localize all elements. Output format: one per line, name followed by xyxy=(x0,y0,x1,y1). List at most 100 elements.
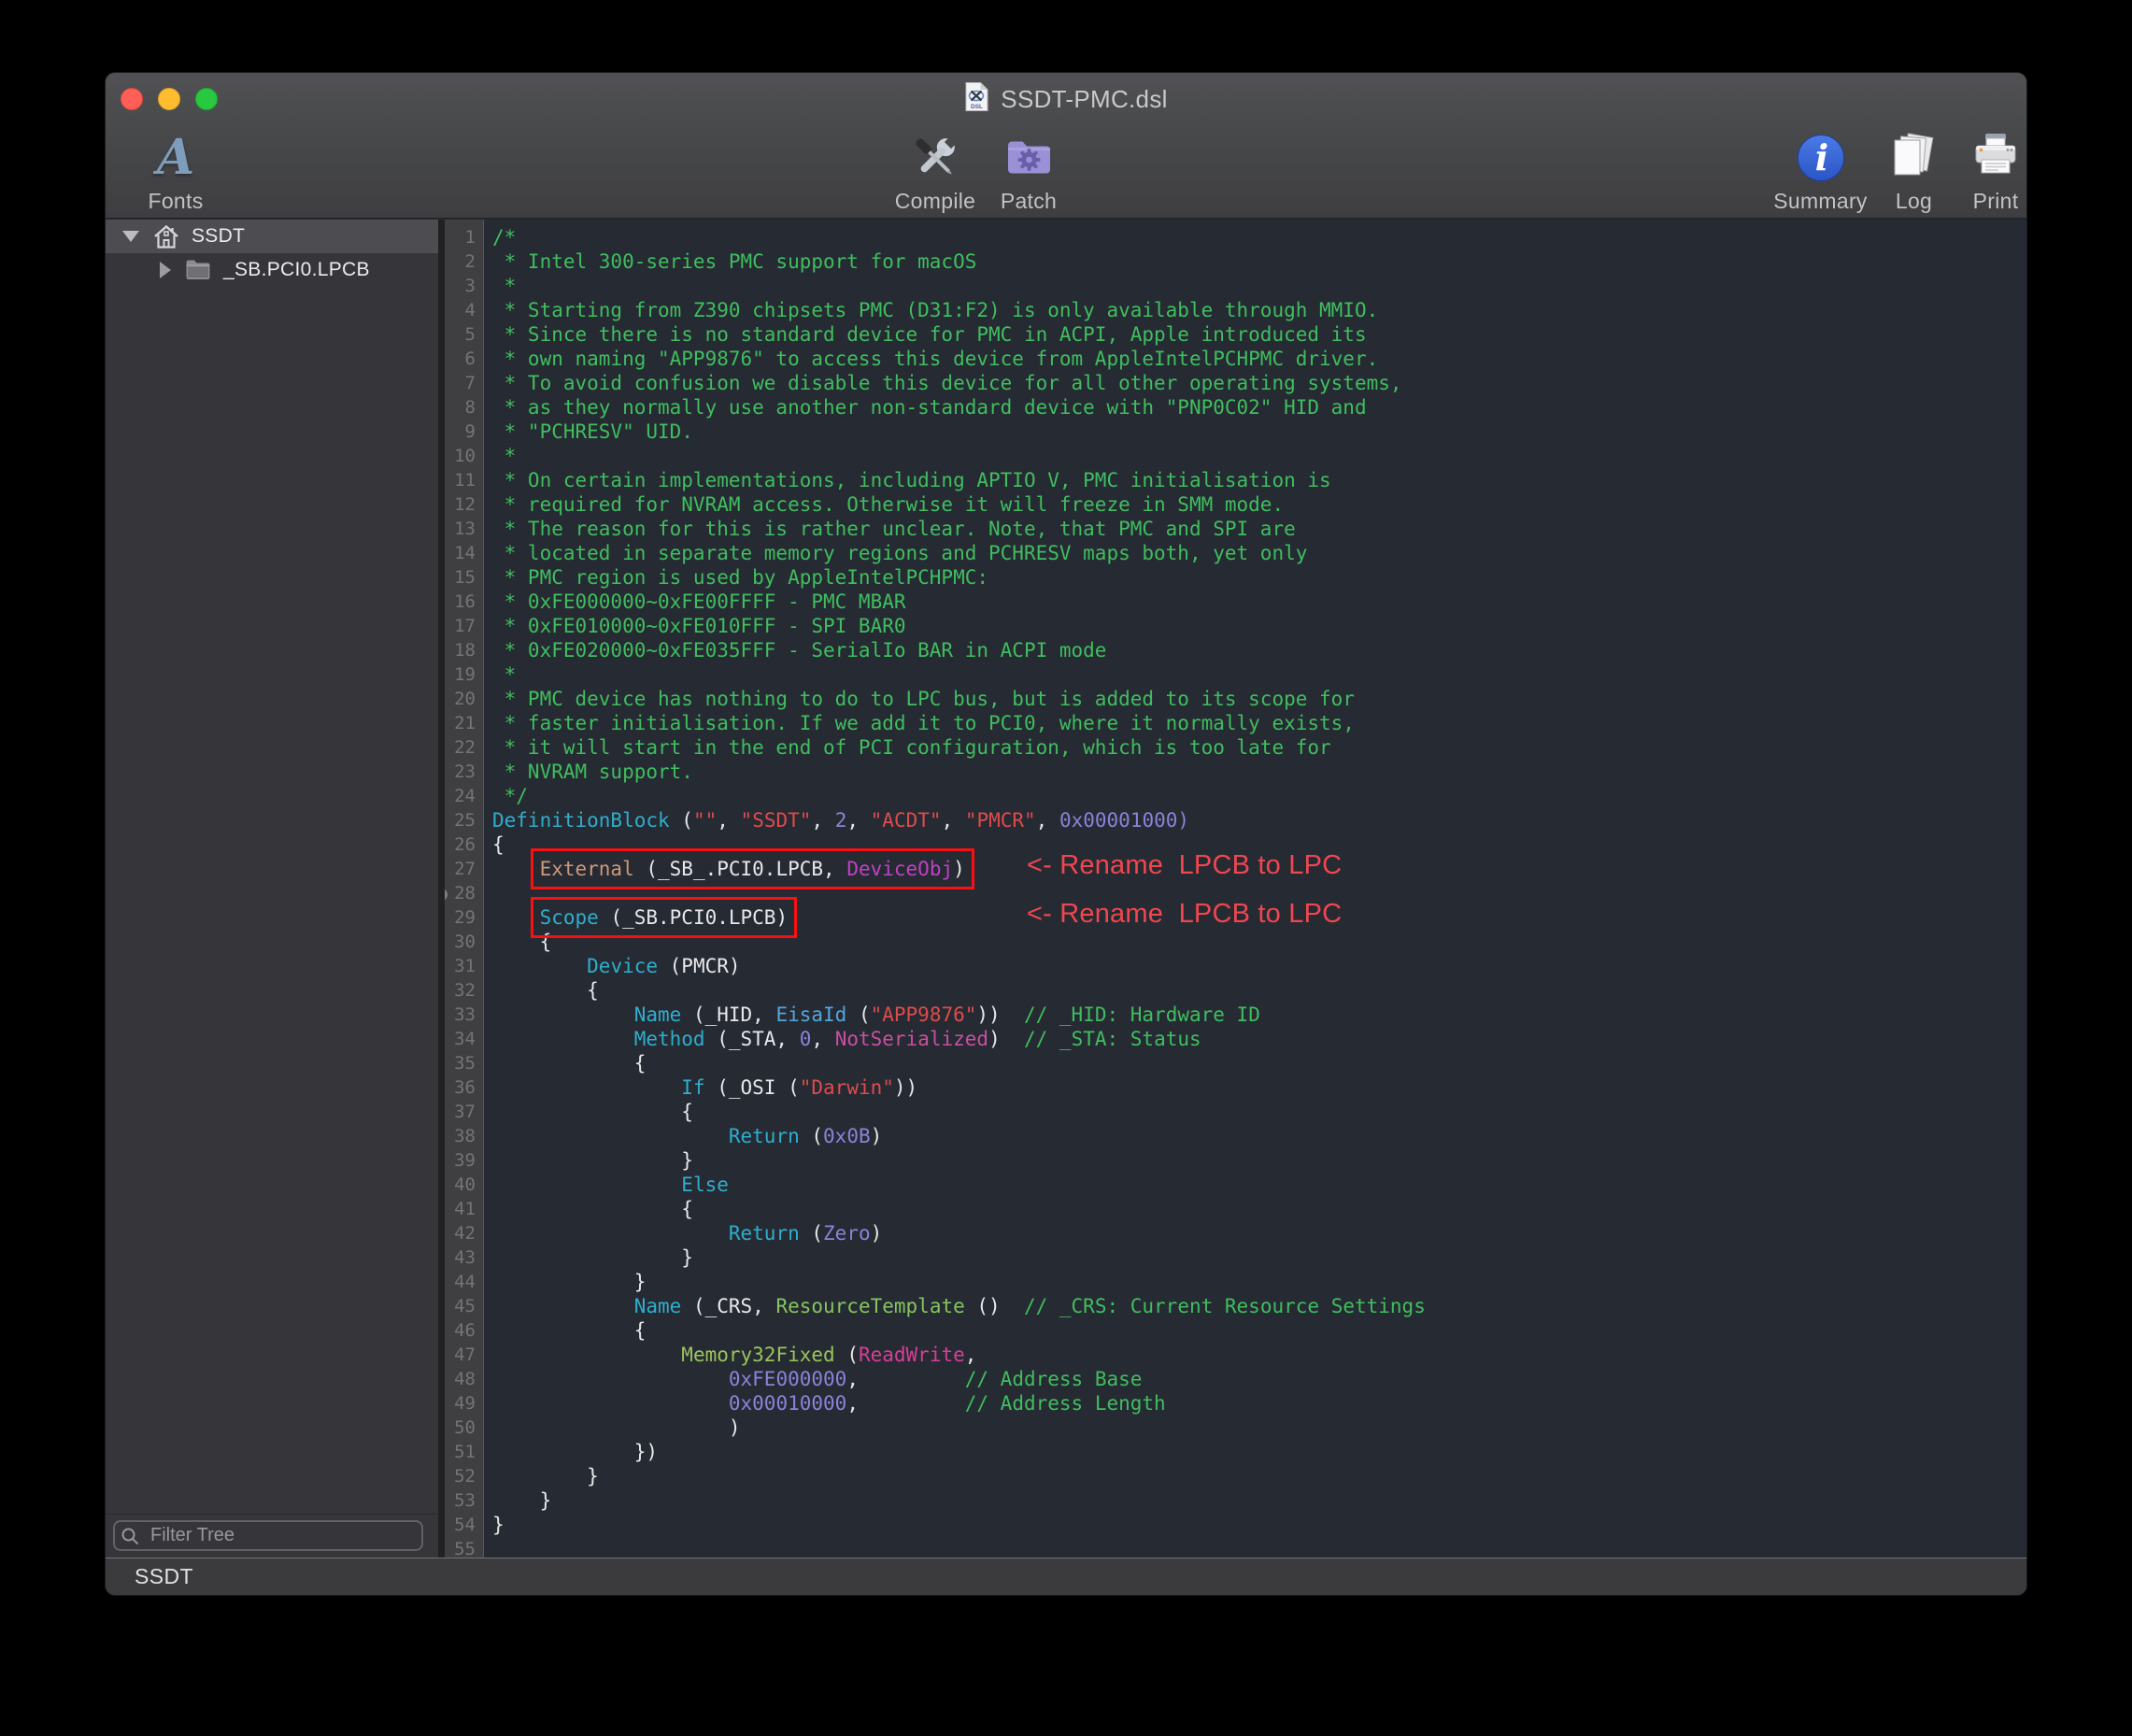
code-lines: 1/*2 * Intel 300-series PMC support for … xyxy=(445,220,2026,1558)
code-line: 35 { xyxy=(445,1051,2026,1075)
maciasl-window: DSL SSDT-PMC.dsl A Fonts xyxy=(105,72,2027,1596)
code-text: * Since there is no standard device for … xyxy=(484,322,1367,347)
line-number: 2 xyxy=(445,249,484,274)
sidebar-splitter[interactable] xyxy=(438,220,445,1558)
code-line: 14 * located in separate memory regions … xyxy=(445,541,2026,565)
line-number: 53 xyxy=(445,1488,484,1513)
code-line: 33 Name (_HID, EisaId ("APP9876")) // _H… xyxy=(445,1003,2026,1027)
code-line: 29 Scope (_SB.PCI0.LPCB)<- Rename LPCB t… xyxy=(445,905,2026,930)
code-text: { xyxy=(484,978,599,1003)
line-number: 44 xyxy=(445,1270,484,1294)
summary-label: Summary xyxy=(1773,189,1868,214)
toolbar: A Fonts xyxy=(106,125,2026,219)
rename-annotation: <- Rename LPCB to LPC xyxy=(1027,902,1342,926)
line-number: 9 xyxy=(445,420,484,444)
code-text: 0xFE000000, // Address Base xyxy=(484,1367,1142,1391)
line-number: 33 xyxy=(445,1003,484,1027)
code-editor[interactable]: 1/*2 * Intel 300-series PMC support for … xyxy=(445,220,2026,1558)
line-number: 5 xyxy=(445,322,484,347)
code-line: 50 ) xyxy=(445,1416,2026,1440)
fonts-label: Fonts xyxy=(148,189,203,214)
code-text: } xyxy=(484,1245,693,1270)
line-number: 26 xyxy=(445,832,484,857)
line-number: 51 xyxy=(445,1440,484,1464)
line-number: 39 xyxy=(445,1148,484,1173)
line-number: 14 xyxy=(445,541,484,565)
patch-label: Patch xyxy=(1001,189,1057,214)
summary-button[interactable]: i Summary xyxy=(1767,129,1874,217)
code-line: 2 * Intel 300-series PMC support for mac… xyxy=(445,249,2026,274)
code-text: } xyxy=(484,1513,505,1537)
code-text: } xyxy=(484,1148,693,1173)
print-label: Print xyxy=(1973,189,2019,214)
code-line: 13 * The reason for this is rather uncle… xyxy=(445,517,2026,541)
code-text: Name (_CRS, ResourceTemplate () // _CRS:… xyxy=(484,1294,1426,1318)
code-line: 18 * 0xFE020000~0xFE035FFF - SerialIo BA… xyxy=(445,638,2026,662)
code-line: 54} xyxy=(445,1513,2026,1537)
code-line: 4 * Starting from Z390 chipsets PMC (D31… xyxy=(445,298,2026,322)
code-text: * as they normally use another non-stand… xyxy=(484,395,1367,420)
code-text: * it will start in the end of PCI config… xyxy=(484,735,1331,760)
line-number: 11 xyxy=(445,468,484,492)
code-text: Else xyxy=(484,1173,729,1197)
code-text: * 0xFE010000~0xFE010FFF - SPI BAR0 xyxy=(484,614,906,638)
compile-icon xyxy=(908,129,962,187)
code-line: 49 0x00010000, // Address Length xyxy=(445,1391,2026,1416)
code-line: 20 * PMC device has nothing to do to LPC… xyxy=(445,687,2026,711)
code-line: 36 If (_OSI ("Darwin")) xyxy=(445,1075,2026,1100)
print-button[interactable]: Print xyxy=(1954,129,2027,217)
code-line: 25DefinitionBlock ("", "SSDT", 2, "ACDT"… xyxy=(445,808,2026,832)
line-number: 20 xyxy=(445,687,484,711)
code-line: 3 * xyxy=(445,274,2026,298)
line-number: 35 xyxy=(445,1051,484,1075)
filter-area xyxy=(106,1514,438,1558)
line-number: 6 xyxy=(445,347,484,371)
line-number: 8 xyxy=(445,395,484,420)
sidebar-item-lpcb[interactable]: _SB.PCI0.LPCB xyxy=(106,253,438,287)
sidebar-item-label: _SB.PCI0.LPCB xyxy=(223,259,370,281)
line-number: 36 xyxy=(445,1075,484,1100)
code-line: 11 * On certain implementations, includi… xyxy=(445,468,2026,492)
line-number: 55 xyxy=(445,1537,484,1558)
dsl-document-icon: DSL xyxy=(964,81,989,117)
line-number: 7 xyxy=(445,371,484,395)
print-icon xyxy=(1969,129,2023,187)
line-number: 46 xyxy=(445,1318,484,1343)
patch-button[interactable]: Patch xyxy=(982,129,1075,217)
code-line: 42 Return (Zero) xyxy=(445,1221,2026,1245)
line-number: 24 xyxy=(445,784,484,808)
code-text: * located in separate memory regions and… xyxy=(484,541,1307,565)
line-number: 43 xyxy=(445,1245,484,1270)
code-text: Method (_STA, 0, NotSerialized) // _STA:… xyxy=(484,1027,1201,1051)
compile-button[interactable]: Compile xyxy=(888,129,982,217)
code-text: * xyxy=(484,662,516,687)
code-text: { xyxy=(484,832,505,857)
search-icon xyxy=(121,1527,140,1551)
fonts-icon: A xyxy=(157,131,194,185)
code-line: 24 */ xyxy=(445,784,2026,808)
disclosure-open-icon[interactable] xyxy=(122,231,139,242)
code-line: 8 * as they normally use another non-sta… xyxy=(445,395,2026,420)
code-line: 51 }) xyxy=(445,1440,2026,1464)
line-number: 41 xyxy=(445,1197,484,1221)
line-number: 54 xyxy=(445,1513,484,1537)
line-number: 47 xyxy=(445,1343,484,1367)
line-number: 16 xyxy=(445,590,484,614)
line-number: 34 xyxy=(445,1027,484,1051)
status-node-path: SSDT xyxy=(135,1564,193,1589)
code-line: 15 * PMC region is used by AppleIntelPCH… xyxy=(445,565,2026,590)
code-text: Memory32Fixed (ReadWrite, xyxy=(484,1343,976,1367)
code-text: { xyxy=(484,1197,693,1221)
disclosure-closed-icon[interactable] xyxy=(160,262,171,278)
code-text: * To avoid confusion we disable this dev… xyxy=(484,371,1402,395)
titlebar[interactable]: DSL SSDT-PMC.dsl xyxy=(106,73,2026,125)
sidebar-item-ssdt[interactable]: SSDT xyxy=(106,220,438,253)
compile-label: Compile xyxy=(895,189,975,214)
filter-tree-input[interactable] xyxy=(113,1520,423,1551)
log-button[interactable]: Log xyxy=(1874,129,1954,217)
code-text: * PMC region is used by AppleIntelPCHPMC… xyxy=(484,565,988,590)
code-line: 48 0xFE000000, // Address Base xyxy=(445,1367,2026,1391)
code-line: 19 * xyxy=(445,662,2026,687)
code-line: 5 * Since there is no standard device fo… xyxy=(445,322,2026,347)
fonts-button[interactable]: A Fonts xyxy=(124,129,227,217)
